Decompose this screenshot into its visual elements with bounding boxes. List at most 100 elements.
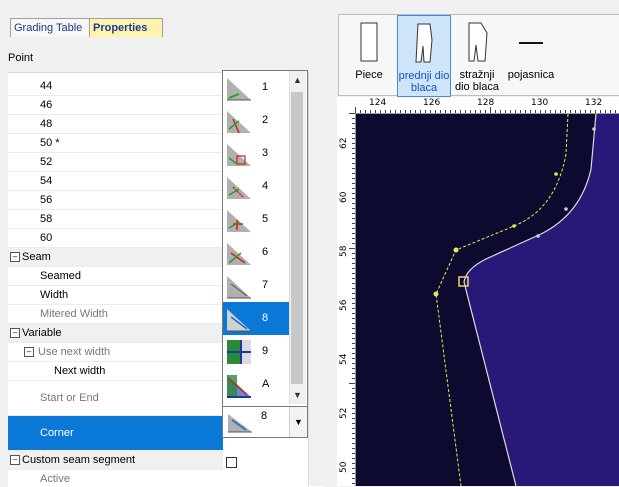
corner-option-8[interactable]: 8 bbox=[223, 302, 289, 335]
ruler-tick bbox=[352, 238, 355, 239]
piece-thumb[interactable]: prednji dio blaca bbox=[397, 15, 451, 97]
piece-label: Piece bbox=[355, 69, 383, 81]
property-row[interactable]: 46 bbox=[8, 96, 223, 115]
corner-option-2[interactable]: 2 bbox=[223, 104, 289, 137]
collapse-icon[interactable]: – bbox=[24, 347, 34, 357]
property-row[interactable]: Corner bbox=[8, 416, 223, 451]
tab-grading-table[interactable]: Grading Table bbox=[10, 18, 96, 37]
property-row[interactable]: – Use next width bbox=[8, 343, 223, 362]
ruler-tick bbox=[352, 123, 355, 124]
corner-dropdown-scroll-thumb[interactable] bbox=[291, 92, 303, 384]
ruler-tick bbox=[352, 178, 355, 179]
piece-thumb[interactable]: pojasnica bbox=[505, 15, 557, 95]
property-label: Active bbox=[40, 473, 70, 485]
property-row[interactable]: 58 bbox=[8, 210, 223, 229]
property-row[interactable]: Start or End bbox=[8, 381, 223, 416]
corner-option-3[interactable]: 3 bbox=[223, 137, 289, 170]
ruler-tick bbox=[352, 433, 355, 434]
tab-properties[interactable]: Properties bbox=[89, 18, 163, 37]
property-row[interactable]: 44 bbox=[8, 77, 223, 96]
ruler-left-label: 58 bbox=[339, 245, 349, 257]
ruler-tick bbox=[352, 258, 355, 259]
ruler-tick bbox=[352, 198, 355, 199]
ruler-tick bbox=[352, 338, 355, 339]
ruler-top: 124 126 128 130 132 bbox=[355, 97, 619, 114]
property-row[interactable]: 60 bbox=[8, 229, 223, 248]
property-row[interactable]: Mitered Width bbox=[8, 305, 223, 324]
property-row[interactable]: Active bbox=[8, 470, 223, 487]
ruler-tick bbox=[565, 110, 566, 113]
property-row[interactable]: 50 * bbox=[8, 134, 223, 153]
property-row[interactable]: Width bbox=[8, 286, 223, 305]
corner-option-label: A bbox=[262, 378, 270, 390]
chevron-down-icon[interactable]: ▼ bbox=[289, 407, 307, 437]
ruler-tick bbox=[415, 110, 416, 113]
ruler-tick bbox=[352, 303, 355, 304]
ruler-tick bbox=[460, 110, 461, 113]
corner-option-4[interactable]: 4 bbox=[223, 170, 289, 203]
seam-point bbox=[433, 291, 439, 297]
piece-thumb[interactable]: stražnji dio blaca bbox=[451, 15, 503, 95]
ruler-tick bbox=[352, 168, 355, 169]
collapse-icon[interactable]: – bbox=[10, 252, 20, 262]
ruler-tick bbox=[560, 110, 561, 113]
ruler-tick bbox=[352, 328, 355, 329]
ruler-tick bbox=[352, 193, 355, 194]
ruler-tick bbox=[352, 153, 355, 154]
corner-a-icon bbox=[227, 375, 251, 398]
active-checkbox[interactable] bbox=[226, 457, 237, 468]
collapse-icon[interactable]: – bbox=[10, 455, 20, 465]
corner-option-6[interactable]: 6 bbox=[223, 236, 289, 269]
ruler-tick bbox=[585, 110, 586, 113]
corner-option-label: 1 bbox=[262, 81, 269, 93]
property-row[interactable]: 48 bbox=[8, 115, 223, 134]
property-row[interactable]: Next width bbox=[8, 362, 223, 381]
corner-combobox[interactable]: 8 ▼ bbox=[222, 406, 308, 438]
piece-thumb[interactable]: Piece bbox=[343, 15, 395, 95]
ruler-tick bbox=[520, 110, 521, 113]
ruler-tick bbox=[535, 110, 536, 113]
collapse-icon[interactable]: – bbox=[10, 328, 20, 338]
property-label: Corner bbox=[40, 427, 74, 439]
ruler-tick bbox=[465, 110, 466, 113]
property-label: Variable bbox=[22, 327, 62, 339]
corner-option-label: 8 bbox=[262, 312, 269, 324]
property-row[interactable]: – Seam bbox=[8, 248, 223, 267]
ruler-tick bbox=[610, 110, 611, 113]
scroll-up-icon[interactable]: ▲ bbox=[293, 75, 302, 85]
seam-point bbox=[554, 172, 558, 176]
property-grid-scrollbar[interactable] bbox=[308, 72, 325, 486]
corner-option-7[interactable]: 7 bbox=[223, 269, 289, 302]
ruler-tick bbox=[352, 313, 355, 314]
corner-8-icon bbox=[228, 414, 252, 433]
property-label: Seam bbox=[22, 251, 51, 263]
ruler-tick bbox=[352, 268, 355, 269]
ruler-tick bbox=[352, 133, 355, 134]
piece-label: pojasnica bbox=[507, 69, 555, 81]
corner-option-5[interactable]: 5 bbox=[223, 203, 289, 236]
ruler-tick bbox=[352, 438, 355, 439]
ruler-tick bbox=[480, 110, 481, 113]
property-row[interactable]: 54 bbox=[8, 172, 223, 191]
corner-option-1[interactable]: 1 bbox=[223, 71, 289, 104]
ruler-tick bbox=[352, 453, 355, 454]
property-row[interactable]: – Custom seam segment bbox=[8, 451, 223, 470]
corner-option-a[interactable]: A bbox=[223, 368, 289, 401]
ruler-tick bbox=[490, 107, 491, 113]
property-row[interactable]: – Variable bbox=[8, 324, 223, 343]
piece-label: prednji dio blaca bbox=[398, 70, 450, 94]
scroll-down-icon[interactable]: ▼ bbox=[293, 390, 302, 400]
corner-option-9[interactable]: 9 bbox=[223, 335, 289, 368]
ruler-tick bbox=[352, 468, 355, 469]
piece-shape-icon bbox=[468, 22, 488, 62]
ruler-tick bbox=[352, 408, 355, 409]
ruler-tick bbox=[615, 110, 616, 113]
property-row[interactable]: 56 bbox=[8, 191, 223, 210]
ruler-tick bbox=[352, 188, 355, 189]
corner-2-icon bbox=[227, 111, 251, 134]
ruler-tick bbox=[445, 110, 446, 113]
pattern-canvas[interactable] bbox=[356, 114, 619, 486]
property-row[interactable]: 52 bbox=[8, 153, 223, 172]
ruler-tick bbox=[555, 110, 556, 113]
property-row[interactable]: Seamed bbox=[8, 267, 223, 286]
